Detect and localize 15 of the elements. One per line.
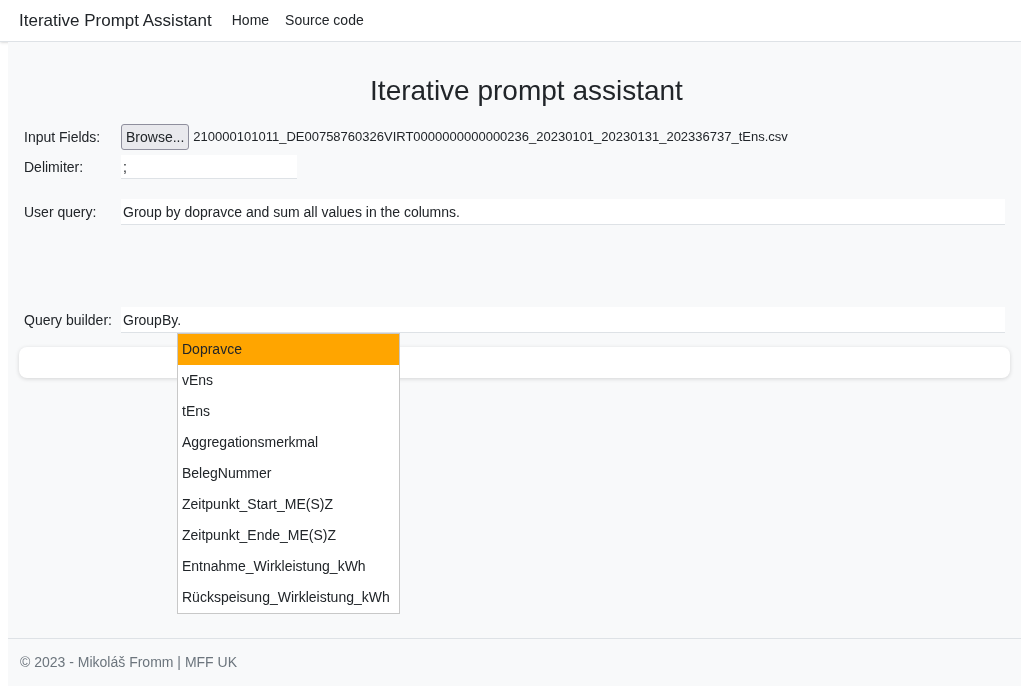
field-label: User query: — [24, 202, 98, 222]
brand-link[interactable]: Iterative Prompt Assistant — [19, 7, 212, 34]
field-label: Input Fields: — [24, 127, 102, 147]
browse-button[interactable]: Browse... — [121, 124, 190, 150]
page-heading: Iterative prompt assistant — [369, 74, 684, 108]
user-query-field[interactable]: Group by dopravce and sum all values in the columns. — [121, 199, 1005, 225]
nav-link[interactable]: Home — [231, 10, 270, 31]
footer-text: © 2023 - Mikoláš Fromm | MFF UK — [20, 653, 237, 672]
nav-link[interactable]: Source code — [285, 10, 364, 31]
delimiter-field[interactable]: ; — [121, 155, 297, 179]
field-label: Query builder: — [24, 311, 113, 330]
file-name: 210000101011_DE00758760326VIRT0000000000000236_20230101_20230131_202336737_tEns.csv — [193, 128, 788, 147]
suggestion-item[interactable]: Dopravce — [178, 334, 399, 365]
field-label: Delimiter: — [24, 157, 85, 177]
query-builder-field[interactable]: GroupBy. — [121, 307, 1005, 333]
